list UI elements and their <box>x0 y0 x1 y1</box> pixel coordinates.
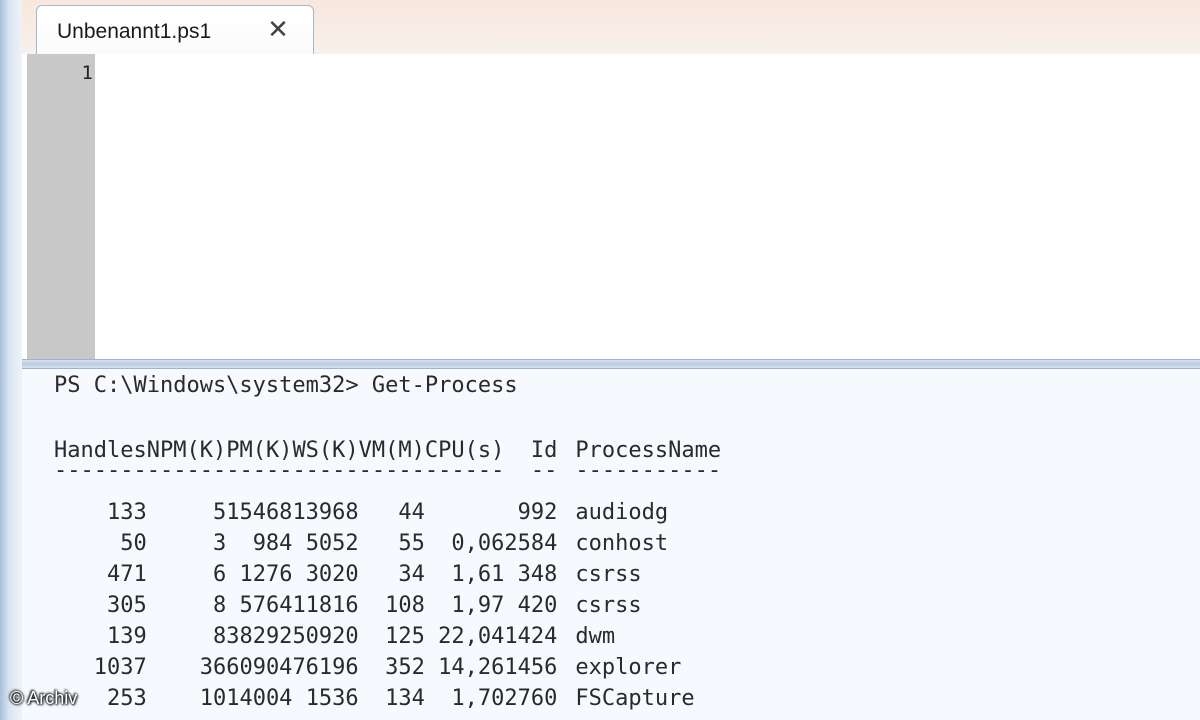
cell-npm: 6 <box>212 562 227 587</box>
cell-cpu: 1,97 <box>451 593 505 618</box>
table-row: 139 8 38292 50920 125 22,04 1424 dwm <box>54 621 721 652</box>
cell-cpu <box>425 497 504 528</box>
cell-vm: 352 <box>385 655 425 680</box>
table-row: 133 5 15468 13968 44 992 audiodg <box>54 497 721 528</box>
console-pane[interactable]: PS C:\Windows\system32> Get-Process Hand… <box>22 369 1200 720</box>
cell-handles: 305 <box>106 593 147 618</box>
cell-handles: 50 <box>120 531 147 556</box>
cell-vm: 108 <box>385 593 425 618</box>
console-prompt: PS C:\Windows\system32> Get-Process <box>54 373 518 398</box>
tab-unbenannt1[interactable]: Unbenannt1.ps1 ✕ <box>36 5 314 55</box>
cell-npm: 8 <box>212 624 227 649</box>
cell-handles: 133 <box>106 500 147 525</box>
window-frame-left <box>0 0 23 720</box>
cell-id: 348 <box>517 562 558 587</box>
cell-processname: dwm <box>575 624 616 649</box>
cell-npm: 8 <box>212 593 227 618</box>
tab-strip: Unbenannt1.ps1 ✕ <box>22 0 1200 55</box>
cell-pm: 984 <box>252 531 293 556</box>
cell-ws: 1536 <box>305 686 359 711</box>
cell-ws: 5052 <box>305 531 359 556</box>
cell-pm: 1276 <box>239 562 293 587</box>
cell-npm: 10 <box>199 686 227 711</box>
table-row: 471 6 1276 3020 34 1,61 348 csrss <box>54 559 721 590</box>
cell-npm: 3 <box>212 531 227 556</box>
dash-npm: ------ <box>146 458 227 483</box>
table-dash-row: ------- ------ ----- ----- ----- ------ … <box>54 458 722 497</box>
cell-ws: 11816 <box>292 593 359 618</box>
close-icon[interactable]: ✕ <box>265 16 291 42</box>
cell-ws: 13968 <box>292 500 359 525</box>
dash-handles: ------- <box>54 458 147 483</box>
cell-vm: 125 <box>385 624 425 649</box>
cell-id: 420 <box>517 593 558 618</box>
cell-processname: csrss <box>575 593 642 618</box>
cell-processname: explorer <box>575 655 682 680</box>
cell-handles: 139 <box>106 624 147 649</box>
table-row: 305 8 5764 11816 108 1,97 420 csrss <box>54 590 721 621</box>
cell-processname: csrss <box>575 562 642 587</box>
cell-cpu: 0,06 <box>451 531 505 556</box>
process-table: Handles NPM(K) PM(K) WS(K) VM(M) CPU(s) … <box>54 435 721 714</box>
cell-ws: 3020 <box>305 562 359 587</box>
cell-handles: 1037 <box>93 655 147 680</box>
cell-cpu: 22,04 <box>438 624 505 649</box>
cell-cpu: 1,70 <box>451 686 505 711</box>
cell-cpu: 14,26 <box>438 655 505 680</box>
cell-pm: 15468 <box>226 500 293 525</box>
cell-pm: 5764 <box>239 593 293 618</box>
cell-vm: 44 <box>398 500 425 525</box>
table-row: 253 10 14004 1536 134 1,70 2760 FSCapture <box>54 683 721 714</box>
cell-npm: 5 <box>212 500 227 525</box>
cell-id: 992 <box>517 500 558 525</box>
dash-pm: ----- <box>226 458 293 483</box>
line-number: 1 <box>81 62 93 84</box>
cell-vm: 34 <box>398 562 425 587</box>
pane-splitter[interactable] <box>22 359 1200 369</box>
cell-processname: FSCapture <box>575 686 695 711</box>
cell-processname: audiodg <box>575 500 669 525</box>
cell-npm: 36 <box>199 655 227 680</box>
cell-id: 2584 <box>504 531 558 556</box>
cell-pm: 14004 <box>226 686 293 711</box>
cell-cpu: 1,61 <box>451 562 505 587</box>
cell-pm: 38292 <box>226 624 293 649</box>
cell-id: 1456 <box>504 655 558 680</box>
dash-processname: ----------- <box>575 458 722 483</box>
cell-vm: 55 <box>398 531 425 556</box>
code-area[interactable] <box>95 54 1200 359</box>
table-row: 1037 36 60904 76196 352 14,26 1456 explorer <box>54 652 721 683</box>
cell-id: 1424 <box>504 624 558 649</box>
cell-id: 2760 <box>504 686 558 711</box>
cell-handles: 471 <box>106 562 147 587</box>
script-editor[interactable]: 1 <box>22 54 1200 359</box>
table-row: 50 3 984 5052 55 0,06 2584 conhost <box>54 528 721 559</box>
cell-vm: 134 <box>385 686 425 711</box>
cell-pm: 60904 <box>226 655 293 680</box>
dash-ws: ----- <box>292 458 359 483</box>
dash-id: -- <box>530 458 558 483</box>
line-number-gutter: 1 <box>27 54 95 359</box>
dash-vm: ----- <box>358 458 425 483</box>
tab-label: Unbenannt1.ps1 <box>57 20 212 43</box>
dash-cpu: ------ <box>424 458 505 483</box>
cell-processname: conhost <box>575 531 669 556</box>
cell-ws: 76196 <box>292 655 359 680</box>
copyright-watermark: © Archiv <box>10 688 78 708</box>
cell-ws: 50920 <box>292 624 359 649</box>
